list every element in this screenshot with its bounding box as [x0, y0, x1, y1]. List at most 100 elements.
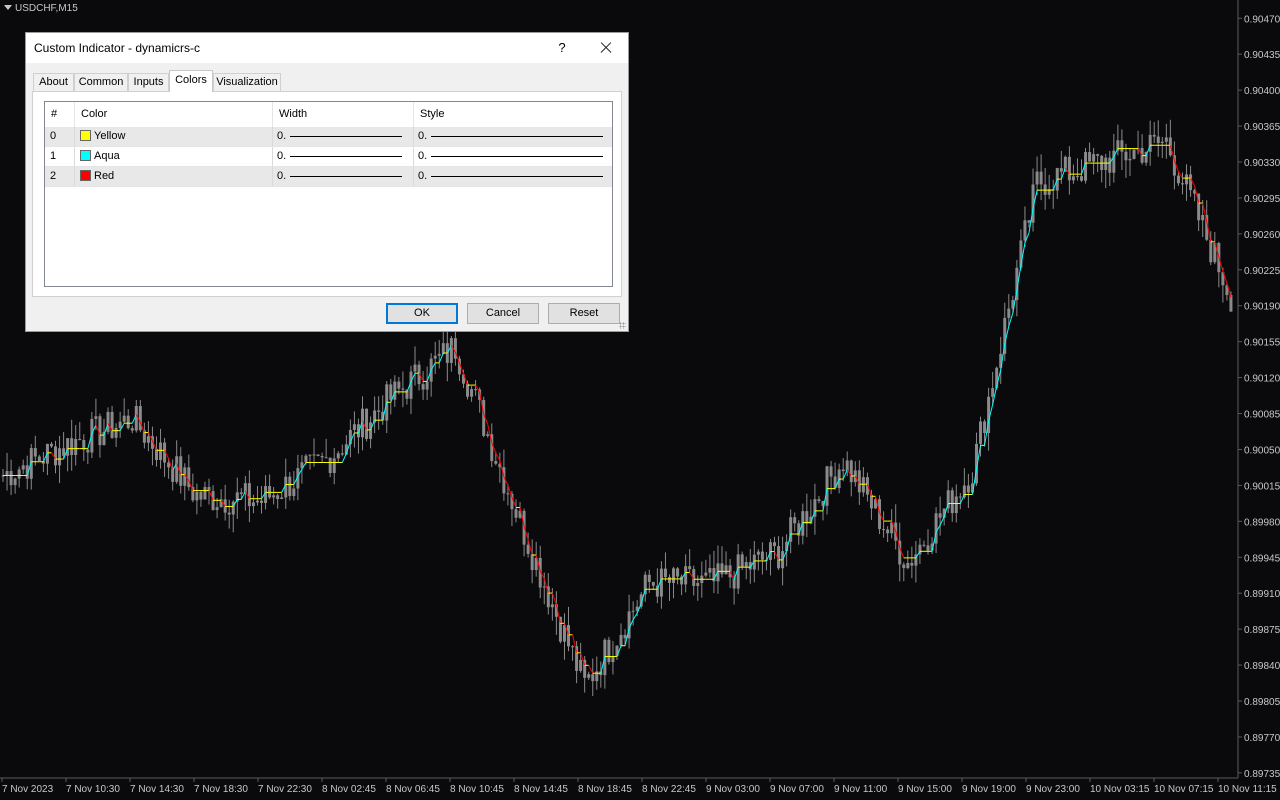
candle-body — [991, 388, 995, 397]
indicator-segment — [588, 665, 594, 674]
candle-body — [571, 646, 575, 648]
candle-body — [340, 453, 344, 455]
help-button[interactable]: ? — [550, 37, 574, 59]
col-color[interactable]: Color — [75, 102, 273, 127]
width-value: 0. — [277, 170, 287, 182]
price-label: 0.90225 — [1244, 266, 1280, 277]
candle-body — [94, 416, 98, 419]
time-label: 7 Nov 22:30 — [258, 784, 312, 795]
candle-body — [684, 566, 688, 585]
style-cell[interactable]: 0. — [414, 167, 612, 186]
candle-body — [352, 424, 356, 430]
candle-body — [647, 574, 651, 582]
price-label: 0.90435 — [1244, 50, 1280, 61]
resize-grip-icon[interactable] — [619, 322, 626, 329]
candle-body — [332, 458, 336, 473]
col-style[interactable]: Style — [414, 102, 612, 127]
ok-button[interactable]: OK — [386, 303, 458, 324]
candle-body — [1120, 140, 1124, 152]
time-axis: 7 Nov 2023 7 Nov 10:30 7 Nov 14:30 7 Nov 18… — [1, 778, 1277, 795]
candle-body — [78, 438, 82, 440]
style-line-sample — [431, 156, 603, 157]
style-cell[interactable]: 0. — [414, 127, 612, 146]
candle-body — [756, 551, 760, 555]
candle-body — [9, 471, 13, 486]
width-value: 0. — [277, 150, 287, 162]
symbol-label[interactable]: USDCHF,M15 — [4, 3, 78, 14]
candle-body — [651, 581, 655, 586]
style-value: 0. — [418, 150, 428, 162]
candle-body — [33, 448, 37, 457]
time-label: 8 Nov 22:45 — [642, 784, 696, 795]
candle-body — [926, 545, 930, 551]
time-label: 8 Nov 06:45 — [386, 784, 440, 795]
time-label: 9 Nov 07:00 — [770, 784, 824, 795]
candle-body — [21, 465, 25, 470]
close-icon[interactable] — [592, 37, 620, 59]
dialog-titlebar[interactable]: Custom Indicator - dynamicrs-c ? — [26, 33, 628, 63]
candle-body — [1108, 157, 1112, 173]
width-cell[interactable]: 0. — [273, 167, 414, 186]
candle-body — [1164, 137, 1168, 142]
candle-body — [486, 434, 490, 436]
candle-body — [1027, 220, 1031, 223]
color-cell[interactable]: Red — [75, 167, 273, 186]
candle-body — [676, 568, 680, 577]
price-label: 0.89875 — [1244, 625, 1280, 636]
candle-body — [805, 511, 809, 524]
cancel-button[interactable]: Cancel — [467, 303, 539, 324]
row-index: 1 — [45, 147, 75, 166]
dropdown-triangle-icon[interactable] — [4, 5, 12, 10]
style-cell[interactable]: 0. — [414, 147, 612, 166]
candle-body — [247, 483, 251, 507]
table-row[interactable]: 1 Aqua 0. 0. — [45, 147, 612, 167]
color-name: Red — [94, 170, 115, 182]
price-label: 0.89735 — [1244, 769, 1280, 780]
candle-body — [1160, 141, 1164, 144]
price-label: 0.89910 — [1244, 589, 1280, 600]
candle-body — [199, 491, 203, 500]
candle-body — [13, 478, 17, 486]
candle-body — [66, 438, 70, 456]
tab-colors[interactable]: Colors — [169, 70, 213, 92]
candle-body — [740, 554, 744, 568]
width-cell[interactable]: 0. — [273, 127, 414, 146]
table-row[interactable]: 2 Red 0. 0. — [45, 167, 612, 187]
tab-about[interactable]: About — [33, 73, 74, 91]
tab-inputs[interactable]: Inputs — [128, 73, 169, 91]
time-label: 8 Nov 14:45 — [514, 784, 568, 795]
indicator-segment — [842, 469, 848, 480]
candle-body — [175, 456, 179, 482]
price-label: 0.90400 — [1244, 86, 1280, 97]
tab-common[interactable]: Common — [74, 73, 128, 91]
candle-body — [607, 639, 611, 663]
color-cell[interactable]: Yellow — [75, 127, 273, 146]
width-cell[interactable]: 0. — [273, 147, 414, 166]
candle-body — [1092, 154, 1096, 162]
candle-body — [983, 421, 987, 434]
reset-button[interactable]: Reset — [548, 303, 620, 324]
candle-body — [1209, 239, 1213, 263]
candle-body — [231, 501, 235, 515]
candle-body — [1071, 176, 1075, 181]
candle-body — [324, 457, 328, 459]
table-row[interactable]: 0 Yellow 0. 0. — [45, 127, 612, 147]
candle-body — [567, 625, 571, 647]
candle-body — [1059, 168, 1063, 172]
price-label: 0.90085 — [1244, 410, 1280, 421]
candle-body — [773, 542, 777, 547]
candle-body — [413, 364, 417, 372]
candle-body — [437, 353, 441, 356]
style-line-sample — [431, 136, 603, 137]
color-cell[interactable]: Aqua — [75, 147, 273, 166]
col-index[interactable]: # — [45, 102, 75, 127]
col-width[interactable]: Width — [273, 102, 414, 127]
time-label: 8 Nov 18:45 — [578, 784, 632, 795]
indicator-segment — [959, 494, 965, 504]
indicator-segment — [543, 578, 549, 594]
price-label: 0.90120 — [1244, 374, 1280, 385]
candle-body — [320, 455, 324, 458]
tab-visualization[interactable]: Visualization — [213, 73, 281, 91]
price-label: 0.90190 — [1244, 302, 1280, 313]
candle-body — [203, 487, 207, 500]
